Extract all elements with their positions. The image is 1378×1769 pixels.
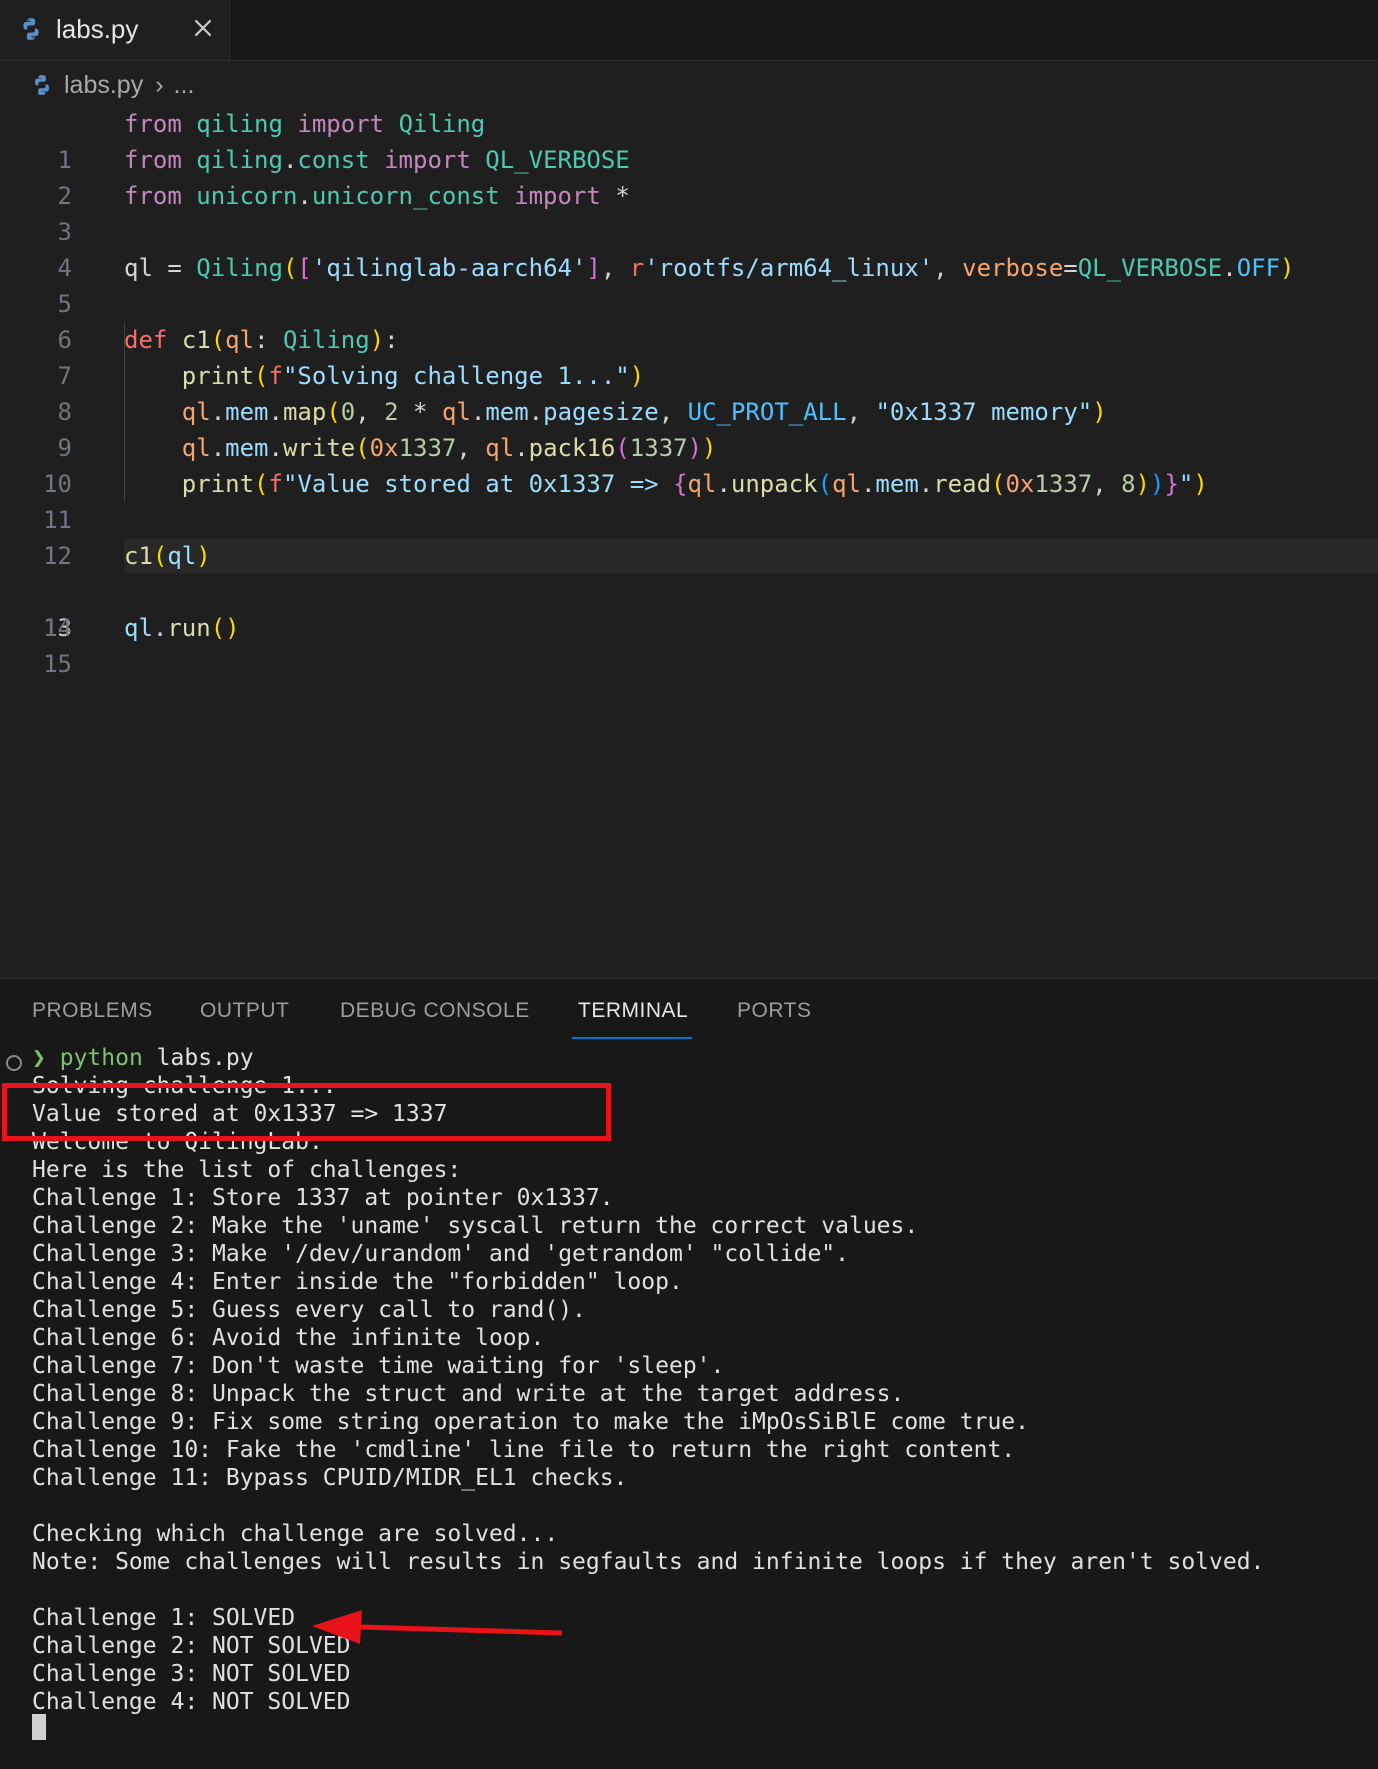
terminal-line: Challenge 11: Bypass CPUID/MIDR_EL1 chec…: [32, 1465, 628, 1491]
tab-label: labs.py: [56, 14, 139, 44]
terminal-line: Challenge 9: Fix some string operation t…: [32, 1409, 1029, 1435]
tab-terminal[interactable]: TERMINAL: [578, 999, 688, 1023]
code-line: 10 ql.mem.write(0x1337, ql.pack16(1337)): [0, 430, 1378, 498]
terminal-line: Challenge 6: Avoid the infinite loop.: [32, 1325, 545, 1351]
chevron-right-icon: ›: [155, 70, 164, 99]
tab-debug-console[interactable]: DEBUG CONSOLE: [340, 999, 530, 1023]
code-line: 3 from unicorn.unicorn_const import *: [0, 178, 1378, 246]
code-line: 1 from qiling import Qiling: [0, 106, 1378, 174]
code-line-current: 13 c1(ql): [0, 538, 1378, 642]
code-line: 12: [0, 502, 1378, 570]
breadcrumb-file[interactable]: labs.py: [64, 71, 143, 100]
tab-problems[interactable]: PROBLEMS: [32, 999, 153, 1023]
terminal-line: Challenge 4: NOT SOLVED: [32, 1689, 351, 1715]
code-line: 5 ql = Qiling(['qilinglab-aarch64'], r'r…: [0, 250, 1378, 318]
terminal-command-line: ❯ python labs.py: [32, 1044, 254, 1072]
terminal-line: Challenge 4: Enter inside the "forbidden…: [32, 1269, 683, 1295]
breadcrumb-symbols[interactable]: ...: [174, 71, 195, 100]
editor-tab-bar: labs.py: [0, 0, 1378, 61]
breadcrumb: labs.py › ...: [30, 68, 194, 102]
code-line: 8 print(f"Solving challenge 1..."): [0, 358, 1378, 426]
current-line-highlight: [124, 538, 1378, 574]
code-line: 7 def c1(ql: Qiling):: [0, 322, 1378, 390]
terminal-cursor: [32, 1714, 46, 1740]
panel-tabs: PROBLEMS OUTPUT DEBUG CONSOLE TERMINAL P…: [0, 979, 1378, 1039]
code-line: 14: [0, 574, 1378, 642]
active-tab-indicator: [572, 1037, 692, 1039]
line-number: 15: [43, 650, 72, 678]
code-line: 4: [0, 214, 1378, 282]
terminal-line: Challenge 8: Unpack the struct and write…: [32, 1381, 905, 1407]
terminal-line: Challenge 1: SOLVED: [32, 1605, 296, 1631]
python-file-icon: [35, 75, 49, 95]
command-argument: labs.py: [156, 1045, 254, 1071]
highlight-box-annotation: [2, 1083, 611, 1141]
code-editor[interactable]: 1 from qiling import Qiling 2 from qilin…: [0, 106, 1378, 976]
prompt-chevron-icon: ❯: [32, 1045, 46, 1071]
code-line: 11 print(f"Value stored at 0x1337 => {ql…: [0, 466, 1378, 534]
code-line: 2 from qiling.const import QL_VERBOSE: [0, 142, 1378, 210]
terminal-line: Checking which challenge are solved...: [32, 1521, 559, 1547]
python-file-icon: [23, 18, 39, 40]
terminal-line: Challenge 7: Don't waste time waiting fo…: [32, 1353, 725, 1379]
terminal-line: Challenge 3: NOT SOLVED: [32, 1661, 351, 1687]
code-line: 9 ql.mem.map(0, 2 * ql.mem.pagesize, UC_…: [0, 394, 1378, 462]
terminal-line: Note: Some challenges will results in se…: [32, 1549, 1265, 1575]
terminal-line: Challenge 3: Make '/dev/urandom' and 'ge…: [32, 1241, 849, 1267]
terminal-line: Here is the list of challenges:: [32, 1157, 462, 1183]
terminal-line: Challenge 2: NOT SOLVED: [32, 1633, 351, 1659]
tab-ports[interactable]: PORTS: [737, 999, 811, 1023]
command-name: python: [59, 1045, 143, 1071]
tab-labs-py[interactable]: labs.py: [0, 0, 230, 60]
terminal-line: Challenge 2: Make the 'uname' syscall re…: [32, 1213, 919, 1239]
tab-output[interactable]: OUTPUT: [200, 999, 289, 1023]
close-icon[interactable]: [190, 15, 216, 41]
terminal-line: Challenge 5: Guess every call to rand().: [32, 1297, 586, 1323]
code-line: 15 ql.run(): [0, 610, 1378, 678]
terminal-line: Challenge 10: Fake the 'cmdline' line fi…: [32, 1437, 1016, 1463]
terminal-line: Challenge 1: Store 1337 at pointer 0x133…: [32, 1185, 614, 1211]
prompt-status-icon: [6, 1055, 22, 1071]
code-line: 6: [0, 286, 1378, 354]
